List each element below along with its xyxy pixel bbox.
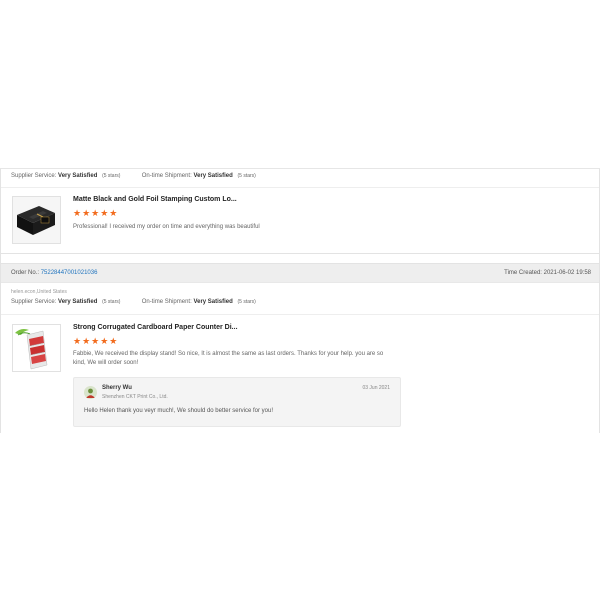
supplier-reply: Sherry Wu Shenzhen CKT Print Co., Ltd. 0… [73,377,401,427]
shipment-label: On-time Shipment: [141,299,192,305]
reviews-panel: Supplier Service: Very Satisfied (5 star… [0,168,600,433]
order-number: Order No.: 75228447001021036 [11,270,97,276]
reply-text: Hello Helen thank you veyr much!, We sho… [84,408,273,414]
supplier-service-stars: (5 stars) [102,299,121,305]
shipment-value: Very Satisfied [193,299,233,305]
user-avatar-icon [84,386,97,399]
order-time: Time Created: 2021-06-02 19:58 [504,270,591,276]
order-number-link[interactable]: 75228447001021036 [41,270,98,276]
product-title[interactable]: Strong Corrugated Cardboard Paper Counte… [73,324,238,331]
reply-date: 03 Jun 2021 [362,385,390,391]
review-comment: Professional! I received my order on tim… [73,224,260,230]
divider [1,253,599,254]
cardboard-display-stand-icon [13,325,60,371]
review2-ratings: Supplier Service: Very Satisfied (5 star… [11,299,256,305]
divider [1,187,599,188]
shipment-value: Very Satisfied [193,173,233,179]
product-thumbnail[interactable] [12,196,61,244]
shipment-label: On-time Shipment: [141,173,192,179]
review-comment: Fabbie, We received the display stand! S… [73,351,384,366]
shipment-stars: (5 stars) [237,173,256,179]
black-gift-box-icon [13,197,60,243]
product-title[interactable]: Matte Black and Gold Foil Stamping Custo… [73,196,237,203]
order-header: Order No.: 75228447001021036 Time Create… [1,263,599,283]
product-thumbnail[interactable] [12,324,61,372]
supplier-service-value: Very Satisfied [58,173,98,179]
supplier-service-label: Supplier Service: [11,173,57,179]
supplier-service-label: Supplier Service: [11,299,57,305]
rating-stars: ★★★★★ [73,336,119,346]
buyer-info: helen.econ,United States [11,289,67,295]
reply-author: Sherry Wu [102,385,132,391]
reply-company: Shenzhen CKT Print Co., Ltd. [102,394,168,400]
order-number-label: Order No.: [11,270,40,276]
rating-stars: ★★★★★ [73,208,119,218]
review1-ratings: Supplier Service: Very Satisfied (5 star… [11,173,256,179]
time-created-label: Time Created: [504,270,542,276]
time-created-value: 2021-06-02 19:58 [543,270,591,276]
shipment-stars: (5 stars) [237,299,256,305]
divider [1,314,599,315]
supplier-service-stars: (5 stars) [102,173,121,179]
supplier-service-value: Very Satisfied [58,299,98,305]
